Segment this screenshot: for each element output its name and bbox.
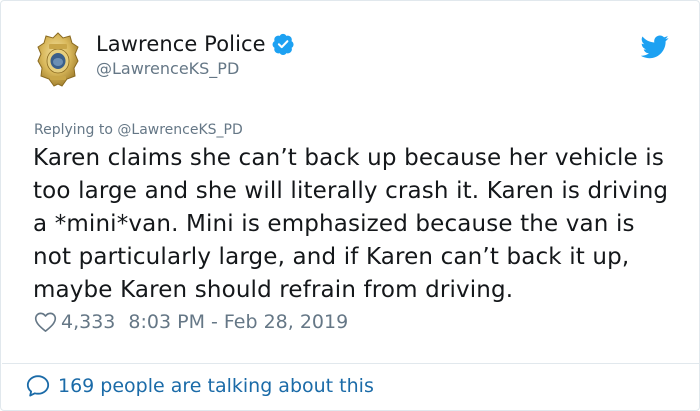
tweet-header: Lawrence Police @LawrenceKS_PD <box>1 1 700 101</box>
speech-bubble-icon <box>26 375 50 397</box>
verified-badge-icon <box>272 33 294 55</box>
author-name-row: Lawrence Police <box>96 32 294 56</box>
talking-about-label[interactable]: 169 people are talking about this <box>58 375 374 397</box>
twitter-bird-icon[interactable] <box>641 35 669 59</box>
author-display-name[interactable]: Lawrence Police <box>96 32 266 56</box>
tweet-meta-row: 4,333 8:03 PM - Feb 28, 2019 <box>34 311 348 333</box>
like-count: 4,333 <box>61 311 116 333</box>
police-badge-avatar-icon[interactable] <box>37 32 79 88</box>
talking-about-footer[interactable]: 169 people are talking about this <box>26 374 374 398</box>
replying-to-label: Replying to <box>34 122 118 138</box>
tweet-card: Lawrence Police @LawrenceKS_PD Replying … <box>0 0 700 411</box>
heart-icon[interactable] <box>34 311 57 333</box>
tweet-timestamp[interactable]: 8:03 PM - Feb 28, 2019 <box>128 311 348 333</box>
tweet-text: Karen claims she can’t back up because h… <box>33 145 669 303</box>
replying-to-line: Replying to @LawrenceKS_PD <box>34 122 243 138</box>
replying-to-handle-link[interactable]: @LawrenceKS_PD <box>117 122 242 138</box>
footer-divider <box>2 363 699 364</box>
author-handle[interactable]: @LawrenceKS_PD <box>96 59 239 78</box>
